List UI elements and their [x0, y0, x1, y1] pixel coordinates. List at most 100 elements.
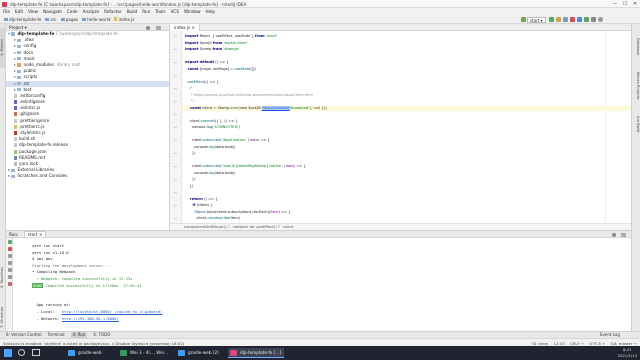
database-tool-tab[interactable]: Database — [633, 32, 640, 62]
code-line[interactable]: const client = Stomp.over(new SockJS('ht… — [185, 105, 327, 111]
taskbar-app-2[interactable]: Wei 3 - 4l..., Wei... — [118, 348, 171, 358]
hide-panel-icon[interactable] — [621, 232, 626, 237]
code-line[interactable]: client.subscribe('/topic/notice', (data)… — [185, 138, 270, 143]
tree-item[interactable]: ▸ Scratches and Consoles — [6, 173, 169, 179]
code-line[interactable]: }) — [185, 177, 196, 182]
menu-edit[interactable]: Edit — [15, 9, 23, 14]
hide-panel-icon[interactable] — [156, 25, 161, 30]
code-line[interactable]: */ — [185, 99, 194, 104]
settings-icon[interactable] — [590, 17, 596, 22]
breadcrumb-project[interactable]: dlp-template-fe — [9, 17, 41, 22]
vcs-commit-icon[interactable] — [583, 17, 589, 22]
console-line: yarn run v1.10.0 — [32, 250, 69, 256]
code-line[interactable]: }) — [185, 184, 194, 189]
menu-window[interactable]: Window — [184, 9, 201, 14]
code-line[interactable]: return () => { — [185, 197, 217, 202]
close-button[interactable]: ✕ — [630, 0, 640, 8]
menu-run[interactable]: Run — [142, 9, 150, 14]
menu-tools[interactable]: Tools — [155, 9, 165, 14]
editor-breadcrumb[interactable]: componentDidMount() 〉 callback for useEf… — [170, 223, 631, 230]
gear-icon[interactable] — [612, 232, 616, 237]
status-message[interactable]: StyleLint is enabled: 'stylelint' is lis… — [3, 341, 184, 346]
code-line[interactable]: const [msgs, setMsgs] = useState([]) — [185, 67, 256, 72]
code-line[interactable]: console.log(data.body) — [185, 145, 235, 150]
breadcrumb-pages[interactable]: pages — [66, 17, 79, 22]
status-git-branch[interactable]: Git: master ÷ — [611, 341, 637, 346]
code-line[interactable]: import React, { useEffect, useState } fr… — [185, 34, 277, 39]
menu-code[interactable]: Code — [67, 9, 78, 14]
search-icon[interactable] — [597, 17, 603, 22]
scroll-down-icon[interactable] — [7, 261, 12, 265]
menu-vcs[interactable]: VCS — [171, 9, 179, 14]
system-clock[interactable]: 8:47 2021/1/13 — [618, 347, 637, 358]
code-token: (item) — [229, 216, 241, 220]
code-line[interactable]: /* — [185, 86, 193, 91]
taskbar-app-4[interactable]: dlp-template-fe [...] — [228, 348, 285, 358]
code-token: console. — [185, 144, 210, 149]
stop-icon[interactable] — [7, 247, 12, 251]
taskbar-app-1[interactable]: gradle-web — [66, 348, 105, 358]
breadcrumb-src[interactable]: src — [50, 17, 56, 22]
project-view-select[interactable]: Project ▾ — [9, 25, 27, 30]
run-icon[interactable] — [548, 17, 554, 22]
menu-view[interactable]: View — [28, 9, 38, 14]
menu-analyze[interactable]: Analyze — [83, 9, 100, 14]
run-configuration-select[interactable]: start ▾ — [527, 16, 546, 23]
debug-icon[interactable] — [555, 17, 561, 22]
search-icon[interactable] — [18, 349, 25, 356]
breadcrumb-hello-world[interactable]: hello-world — [87, 17, 110, 22]
status-caret-position[interactable]: 12:43 — [553, 341, 564, 346]
code-line[interactable]: useEffect(() => { — [185, 80, 219, 85]
hammer-icon[interactable] — [521, 17, 526, 22]
code-line[interactable]: import SockJS from 'sockjs-client' — [185, 41, 248, 46]
code-line[interactable]: }) — [185, 151, 196, 156]
folder-icon — [11, 32, 16, 36]
code-line[interactable]: client.subscribe('/user/${tokenMsgStomp}… — [185, 164, 306, 169]
code-line[interactable]: * https://stomp-js.github.io/stomp-webso… — [185, 93, 313, 98]
menu-build[interactable]: Build — [127, 9, 138, 14]
menu-navigate[interactable]: Navigate — [43, 9, 62, 14]
folder-icon — [17, 88, 22, 92]
close-icon[interactable] — [7, 282, 12, 286]
code-token: '/topic/notice' — [221, 138, 246, 142]
run-tab-start[interactable]: start × — [23, 231, 47, 237]
code-line[interactable]: console.log('CONNECTED') — [185, 125, 240, 130]
breadcrumb-file[interactable]: index.js — [118, 17, 134, 22]
taskbar-app-3[interactable]: gradle-web (2) — [176, 348, 222, 358]
vcs-update-icon[interactable] — [576, 17, 582, 22]
file-icon — [114, 17, 118, 21]
console-line: App running at: — [32, 302, 71, 308]
editor-tab-index-js[interactable]: index.js × — [170, 24, 200, 31]
maximize-button[interactable]: ☐ — [620, 0, 630, 8]
tree-item-label: yarn.lock — [19, 160, 39, 166]
stop-icon[interactable] — [569, 17, 575, 22]
task-view-icon[interactable] — [32, 349, 40, 356]
menu-help[interactable]: Help — [206, 9, 216, 14]
code-line[interactable]: client.unsubscribe(item) — [185, 216, 240, 221]
status-line-separator[interactable]: CRLF ÷ — [570, 341, 584, 346]
console-link[interactable]: http://192.168.56.1:8000/ — [62, 316, 119, 321]
soft-wrap-icon[interactable] — [7, 268, 12, 272]
minimize-button[interactable]: ─ — [610, 0, 620, 8]
windows-start-icon[interactable] — [4, 349, 12, 357]
code-line[interactable]: console.log(data.body) — [185, 171, 235, 176]
pin-icon[interactable] — [7, 275, 12, 279]
code-token: /broadcast' — [289, 105, 310, 110]
title-bar: dlp-template-fe [C:\workspace\dlp-templa… — [0, 0, 640, 8]
code-line[interactable]: export default () => { — [185, 60, 229, 65]
rerun-icon[interactable] — [7, 240, 12, 244]
code-token: unsubscribe — [207, 216, 230, 220]
scroll-up-icon[interactable] — [7, 254, 12, 258]
gear-icon[interactable] — [146, 25, 150, 30]
ant-tool-tab[interactable]: Ant Build — [633, 110, 640, 138]
code-line[interactable]: if (client) { — [185, 203, 213, 208]
menu-refactor[interactable]: Refactor — [104, 9, 122, 14]
status-encoding[interactable]: UTF-8 ÷ — [590, 341, 606, 346]
console-link[interactable]: http://localhost:8000/ (copied to clipbo… — [62, 309, 163, 314]
code-line[interactable]: client.connect({ }, () => { — [185, 119, 238, 124]
menu-file[interactable]: File — [3, 9, 10, 14]
maven-tool-tab[interactable]: Maven Projects — [633, 66, 640, 106]
code-line[interactable]: import Stomp from 'stompjs' — [185, 47, 240, 52]
code-line[interactable]: Object.keys(client.subscriptions).forEac… — [185, 210, 290, 215]
coverage-icon[interactable] — [562, 17, 568, 22]
